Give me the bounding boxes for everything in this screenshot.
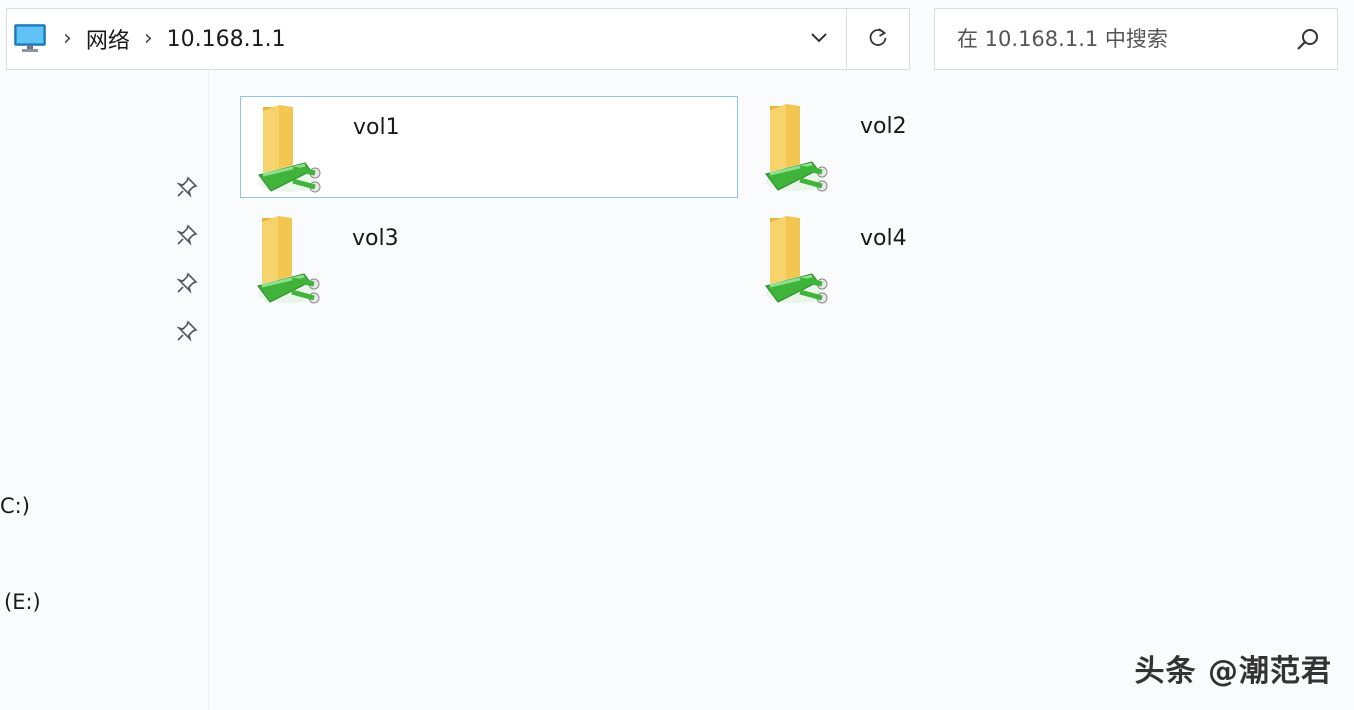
folder-name: vol3 [352,226,399,251]
refresh-button[interactable] [846,8,910,70]
nav-drive-c[interactable]: C:) [0,494,30,518]
refresh-icon [866,25,890,53]
folder-name: vol4 [860,226,907,251]
watermark: 头条 @潮范君 [1134,654,1332,689]
search-icon[interactable] [1295,27,1321,53]
pin-icon[interactable] [176,224,198,246]
pin-icon[interactable] [176,320,198,342]
folder-tile-vol1[interactable]: vol1 [240,96,738,198]
folder-tile-vol4[interactable]: vol4 [748,208,1246,310]
search-box[interactable] [934,8,1338,70]
network-share-folder-icon [756,212,830,306]
pin-icon[interactable] [176,272,198,294]
breadcrumb-separator: › [63,26,72,51]
network-share-folder-icon [756,100,830,194]
nav-drive-e[interactable]: (E:) [4,590,41,614]
navigation-pane: C:) (E:) [0,70,209,710]
address-bar[interactable]: › 网络 › 10.168.1.1 [6,8,847,70]
breadcrumb-network[interactable]: 网络 [86,23,130,55]
network-share-folder-icon [248,212,322,306]
folder-name: vol1 [353,115,400,140]
breadcrumb-separator: › [143,26,153,51]
folder-name: vol2 [860,114,907,139]
network-share-folder-icon [249,101,323,195]
search-input[interactable] [955,26,1279,52]
computer-icon [13,23,49,55]
breadcrumb-host[interactable]: 10.168.1.1 [167,27,286,52]
chevron-down-icon[interactable] [809,27,829,47]
folder-tile-vol3[interactable]: vol3 [240,208,738,310]
folder-tile-vol2[interactable]: vol2 [748,96,1246,198]
pin-icon[interactable] [176,176,198,198]
